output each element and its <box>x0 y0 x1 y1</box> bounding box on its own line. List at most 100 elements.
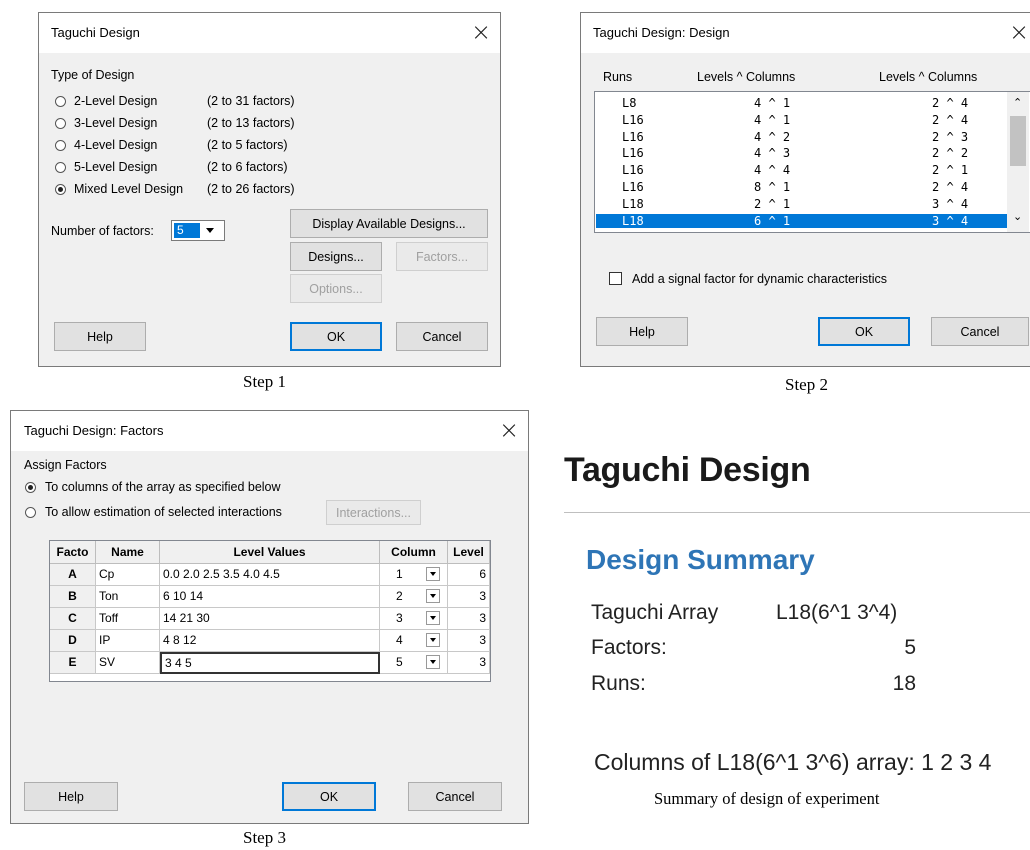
ok-button[interactable]: OK <box>818 317 910 346</box>
design-type-range: (2 to 5 factors) <box>207 138 288 152</box>
dialog-title: Taguchi Design <box>51 25 140 40</box>
level-count-cell: 3 <box>448 586 490 608</box>
design-type-radio[interactable] <box>55 140 66 151</box>
level-values-cell[interactable]: 0.0 2.0 2.5 3.5 4.0 4.5 <box>160 564 380 586</box>
design-levels-b: 3 ^ 4 <box>932 213 969 228</box>
design-list-row[interactable]: L8 4 ^ 1 2 ^ 4 <box>596 96 1008 111</box>
column-cell[interactable]: 2 <box>380 586 448 608</box>
design-type-radio[interactable] <box>55 162 66 173</box>
type-of-design-label: Type of Design <box>51 68 135 82</box>
design-levels-a: 8 ^ 1 <box>754 180 791 194</box>
design-levels-b: 2 ^ 3 <box>932 129 969 144</box>
level-values-cell[interactable]: 4 8 12 <box>160 630 380 652</box>
design-list-row[interactable]: L16 8 ^ 1 2 ^ 4 <box>596 180 1008 195</box>
factor-key-cell: B <box>50 586 96 608</box>
report-title: Taguchi Design <box>564 451 811 489</box>
step2-caption: Step 2 <box>785 375 828 394</box>
cancel-button[interactable]: Cancel <box>396 322 488 351</box>
options-button[interactable]: Options... <box>290 274 382 303</box>
chevron-down-icon[interactable] <box>426 567 440 581</box>
close-icon[interactable]: × <box>1009 17 1029 47</box>
dialog-title: Taguchi Design: Factors <box>24 423 164 438</box>
factors-button[interactable]: Factors... <box>396 242 488 271</box>
ok-button[interactable]: OK <box>290 322 382 351</box>
design-list-row[interactable]: L16 4 ^ 1 2 ^ 4 <box>596 113 1008 128</box>
dialog-titlebar: Taguchi Design × <box>39 13 500 53</box>
design-dialog: Taguchi Design: Design × Runs Levels ^ C… <box>580 12 1030 367</box>
design-type-radio[interactable] <box>55 96 66 107</box>
help-button[interactable]: Help <box>54 322 146 351</box>
design-levels-a: 2 ^ 1 <box>754 196 791 211</box>
design-list-row[interactable]: L16 4 ^ 2 2 ^ 3 <box>596 130 1008 145</box>
design-runs: L16 <box>622 180 644 194</box>
design-type-radio[interactable] <box>55 118 66 129</box>
runs-column-header: Runs <box>603 70 633 84</box>
close-icon[interactable]: × <box>499 415 519 445</box>
factor-name-cell[interactable]: SV <box>96 652 160 674</box>
column-value: 4 <box>396 633 403 647</box>
design-levels-a: 6 ^ 1 <box>754 213 791 228</box>
report-caption: Summary of design of experiment <box>654 789 880 808</box>
chevron-down-icon[interactable] <box>426 611 440 625</box>
factor-name-cell[interactable]: IP <box>96 630 160 652</box>
design-list-row[interactable]: L16 4 ^ 4 2 ^ 1 <box>596 163 1008 178</box>
interactions-radio[interactable] <box>25 507 36 518</box>
chevron-down-icon[interactable] <box>206 228 214 233</box>
factor-name-cell[interactable]: Toff <box>96 608 160 630</box>
design-type-radio[interactable] <box>55 184 66 195</box>
level-values-cell[interactable]: 6 10 14 <box>160 586 380 608</box>
help-button[interactable]: Help <box>596 317 688 346</box>
display-available-designs-button[interactable]: Display Available Designs... <box>290 209 488 238</box>
interactions-label: To allow estimation of selected interact… <box>45 505 282 519</box>
column-column-header: Column <box>380 541 448 564</box>
design-levels-b: 2 ^ 4 <box>932 180 969 194</box>
column-cell[interactable]: 5 <box>380 652 448 674</box>
designs-list-scrollbar[interactable]: ⌃ ⌄ <box>1007 92 1029 232</box>
runs-value: 18 <box>892 672 916 695</box>
column-cell[interactable]: 4 <box>380 630 448 652</box>
scrollbar-thumb[interactable] <box>1010 116 1026 166</box>
column-cell[interactable]: 1 <box>380 564 448 586</box>
signal-factor-checkbox[interactable] <box>609 272 622 285</box>
designs-list[interactable]: L8 4 ^ 12 ^ 4 L16 4 ^ 12 ^ 4 L16 4 ^ 22 ^ 3 L1… <box>594 91 1030 233</box>
factors-value: 5 <box>904 636 916 659</box>
ok-button[interactable]: OK <box>282 782 376 811</box>
factor-name-cell[interactable]: Cp <box>96 564 160 586</box>
help-button[interactable]: Help <box>24 782 118 811</box>
column-cell[interactable]: 3 <box>380 608 448 630</box>
level-values-cell[interactable]: 14 21 30 <box>160 608 380 630</box>
factor-key-cell: C <box>50 608 96 630</box>
designs-button[interactable]: Designs... <box>290 242 382 271</box>
columns-specified-radio[interactable] <box>25 482 36 493</box>
design-levels-a: 4 ^ 1 <box>754 96 791 110</box>
scroll-up-icon[interactable]: ⌃ <box>1013 96 1022 109</box>
cancel-button[interactable]: Cancel <box>931 317 1029 346</box>
factors-label: Factors: <box>591 636 667 659</box>
design-levels-b: 2 ^ 1 <box>932 163 969 178</box>
design-type-label: 2-Level Design <box>74 94 158 108</box>
cancel-button[interactable]: Cancel <box>408 782 502 811</box>
design-type-label: 5-Level Design <box>74 160 158 174</box>
level-count-cell: 3 <box>448 630 490 652</box>
interactions-button[interactable]: Interactions... <box>326 500 421 525</box>
design-list-row[interactable]: L16 4 ^ 3 2 ^ 2 <box>596 146 1008 161</box>
scroll-down-icon[interactable]: ⌄ <box>1013 210 1022 223</box>
dialog-titlebar: Taguchi Design: Design × <box>581 13 1030 53</box>
level-values-cell[interactable]: 3 4 5 <box>160 652 380 674</box>
design-type-range: (2 to 13 factors) <box>207 116 295 130</box>
design-levels-b: 2 ^ 4 <box>932 96 969 110</box>
number-of-factors-select[interactable]: 5 <box>171 220 225 241</box>
design-runs: L8 <box>622 96 637 110</box>
design-list-row[interactable]: L18 2 ^ 1 3 ^ 4 <box>596 197 1008 212</box>
close-icon[interactable]: × <box>471 17 491 47</box>
chevron-down-icon[interactable] <box>426 633 440 647</box>
report-divider <box>564 512 1030 513</box>
chevron-down-icon[interactable] <box>426 655 440 669</box>
chevron-down-icon[interactable] <box>426 589 440 603</box>
factor-name-cell[interactable]: Ton <box>96 586 160 608</box>
dialog-title: Taguchi Design: Design <box>593 25 730 40</box>
taguchi-array-label: Taguchi Array <box>591 601 719 624</box>
design-levels-a: 4 ^ 1 <box>754 112 791 127</box>
design-list-row[interactable]: L18 6 ^ 1 3 ^ 4 <box>596 213 1008 229</box>
levels-columns-header-2: Levels ^ Columns <box>879 70 978 84</box>
